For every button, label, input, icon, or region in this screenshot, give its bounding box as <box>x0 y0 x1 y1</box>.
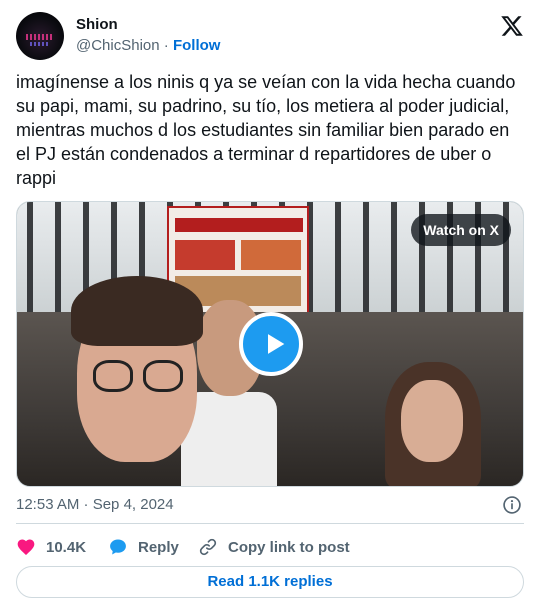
reply-label: Reply <box>138 538 179 556</box>
link-icon <box>199 538 217 556</box>
copy-link-label: Copy link to post <box>228 538 350 556</box>
post-text: imagínense a los ninis q ya se veían con… <box>16 72 516 188</box>
banner-photo-right <box>241 240 301 270</box>
person-right-face <box>401 380 463 462</box>
info-icon[interactable] <box>502 495 522 515</box>
person-foreground-hair <box>71 276 203 346</box>
glasses <box>93 360 185 394</box>
author-handle[interactable]: @ChicShion <box>76 37 160 54</box>
reply-bubble-icon <box>110 539 126 555</box>
copy-link-button[interactable]: Copy link to post <box>198 533 350 561</box>
watch-on-x-button[interactable]: Watch on X <box>411 214 511 246</box>
play-button[interactable] <box>239 312 303 376</box>
handle-separator: · <box>159 37 173 54</box>
like-button[interactable]: 10.4K <box>16 533 86 561</box>
post-header: Shion @ChicShion · Follow <box>16 12 524 60</box>
divider <box>16 523 524 524</box>
heart-icon <box>17 539 35 555</box>
embedded-post-card: Shion @ChicShion · Follow imagínense a l… <box>0 0 540 613</box>
avatar-pattern <box>26 34 54 40</box>
x-logo-icon[interactable] <box>500 14 524 38</box>
author-name[interactable]: Shion <box>76 16 118 33</box>
author-avatar[interactable] <box>16 12 64 60</box>
video-thumbnail[interactable]: Watch on X <box>16 201 524 487</box>
follow-link[interactable]: Follow <box>173 37 221 54</box>
post-timestamp[interactable]: 12:53 AM · Sep 4, 2024 <box>16 496 174 513</box>
reply-button[interactable]: Reply <box>108 533 179 561</box>
play-icon <box>268 334 285 354</box>
avatar-pattern-secondary <box>30 42 50 46</box>
banner-stripe <box>175 218 303 232</box>
banner-photo-left <box>175 240 235 270</box>
read-replies-button[interactable]: Read 1.1K replies <box>16 566 524 598</box>
like-count: 10.4K <box>46 538 87 556</box>
author-handle-row: @ChicShion · Follow <box>76 37 220 54</box>
